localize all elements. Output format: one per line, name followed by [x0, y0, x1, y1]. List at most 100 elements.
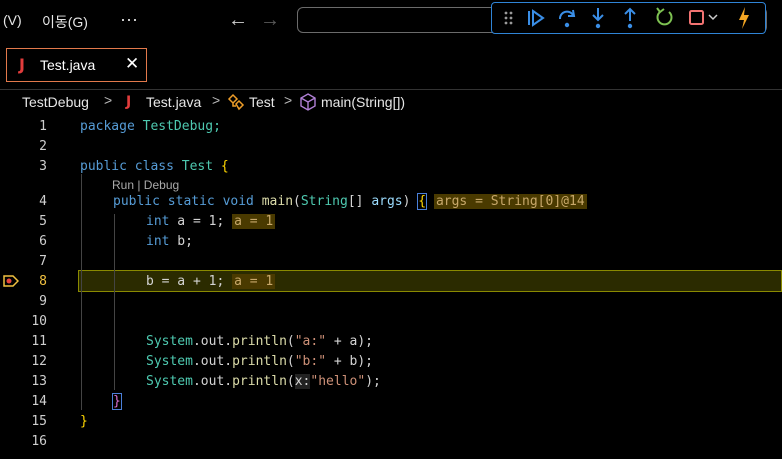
- breadcrumb-class[interactable]: Test: [249, 94, 275, 110]
- line-number: 3: [39, 159, 47, 174]
- code-token: "hello": [310, 374, 366, 389]
- line-number: 6: [39, 234, 47, 249]
- code-token: public static void: [113, 194, 254, 209]
- java-file-icon: J: [126, 94, 132, 110]
- tab-bar: J Test.java ✕: [0, 40, 782, 90]
- code-token: a = 1;: [169, 214, 225, 229]
- line-number: 16: [31, 434, 47, 449]
- chevron-right-icon: >: [104, 92, 113, 108]
- code-token: println: [232, 334, 287, 349]
- chevron-right-icon: >: [284, 92, 293, 108]
- code-line-6: int b;: [146, 234, 193, 249]
- class-icon: [227, 93, 245, 111]
- line-number: 2: [39, 139, 47, 154]
- code-token: + a);: [326, 334, 374, 349]
- inline-value: a = 1: [232, 214, 276, 229]
- step-over-icon[interactable]: [556, 3, 578, 33]
- code-token: ): [402, 194, 419, 209]
- method-icon: [300, 93, 316, 111]
- menu-more-icon[interactable]: ···: [120, 9, 138, 30]
- line-number: 13: [31, 374, 47, 389]
- code-line-8: b = a + 1; a = 1: [146, 274, 276, 289]
- code-line-12: System.out.println("b:" + b);: [146, 354, 373, 369]
- code-token: }: [112, 393, 122, 410]
- debug-toolbar: [491, 2, 766, 34]
- breadcrumb-file[interactable]: Test.java: [146, 94, 201, 110]
- code-token: b = a + 1;: [146, 274, 225, 289]
- forward-arrow-icon[interactable]: →: [260, 9, 280, 32]
- line-number-current: 8: [39, 274, 47, 289]
- code-line-3: public class Test {: [80, 159, 229, 174]
- code-token: int: [146, 214, 170, 229]
- chevron-right-icon: >: [212, 92, 221, 108]
- menu-go[interactable]: 이동(G): [42, 12, 88, 32]
- code-line-1: package TestDebug;: [80, 119, 221, 134]
- code-token: System: [146, 374, 193, 389]
- code-token: );: [365, 374, 381, 389]
- code-token: "b:": [294, 354, 327, 369]
- code-token: TestDebug;: [134, 119, 221, 134]
- tab-label: Test.java: [40, 57, 96, 73]
- code-token: main: [253, 194, 294, 209]
- code-token: int: [146, 234, 170, 249]
- step-into-icon[interactable]: [589, 3, 607, 33]
- line-number: 12: [31, 354, 47, 369]
- code-token: .out.: [192, 334, 233, 349]
- code-token: (: [293, 194, 301, 209]
- menu-view[interactable]: (V): [3, 12, 22, 28]
- code-token: System: [146, 334, 193, 349]
- code-token: + b);: [326, 354, 374, 369]
- code-token: println: [232, 374, 287, 389]
- java-file-icon: J: [19, 55, 25, 74]
- continue-icon[interactable]: [525, 3, 545, 33]
- indent-guide: [114, 214, 115, 390]
- code-line-4: public static void main(String[] args) {…: [113, 193, 587, 210]
- code-token: []: [347, 194, 372, 209]
- hot-reload-icon[interactable]: [736, 3, 752, 33]
- code-token: String: [300, 194, 348, 209]
- code-token: (: [286, 354, 295, 369]
- stop-icon[interactable]: [688, 3, 724, 33]
- parameter-hint: x:: [294, 374, 311, 389]
- code-line-11: System.out.println("a:" + a);: [146, 334, 373, 349]
- code-line-13: System.out.println(x:"hello");: [146, 374, 381, 389]
- step-out-icon[interactable]: [621, 3, 639, 33]
- code-token: (: [286, 334, 295, 349]
- code-token: .out.: [192, 354, 233, 369]
- code-token: "a:": [294, 334, 327, 349]
- code-editor[interactable]: 1 2 3 4 5 6 7 8 9 10 11 12 13 14 15 16 p…: [0, 115, 782, 459]
- code-token: {: [220, 159, 229, 174]
- line-number: 7: [39, 254, 47, 269]
- title-bar: (V) 이동(G) ··· ← →: [0, 0, 782, 40]
- breadcrumb-method[interactable]: main(String[]): [321, 94, 405, 110]
- code-token: b;: [169, 234, 193, 249]
- inline-value: args = String[0]@14: [433, 194, 587, 209]
- breadcrumb-package[interactable]: TestDebug: [22, 94, 89, 110]
- line-number: 9: [39, 294, 47, 309]
- line-number: 15: [31, 414, 47, 429]
- line-number: 4: [39, 194, 47, 209]
- code-token: package: [80, 119, 135, 134]
- code-token: println: [232, 354, 287, 369]
- tab-test-java[interactable]: J Test.java ✕: [6, 48, 147, 82]
- code-token: Test: [173, 159, 221, 174]
- line-number: 14: [31, 394, 47, 409]
- code-token: args: [371, 194, 403, 209]
- code-token: (: [286, 374, 295, 389]
- code-token: .out.: [192, 374, 233, 389]
- line-number: 11: [31, 334, 47, 349]
- indent-guide: [81, 174, 82, 410]
- run-debug-codelens[interactable]: Run | Debug: [112, 178, 179, 192]
- back-arrow-icon[interactable]: ←: [228, 9, 248, 32]
- code-line-14: }: [112, 393, 122, 410]
- grip-icon[interactable]: [504, 3, 514, 33]
- restart-icon[interactable]: [653, 3, 675, 33]
- close-icon[interactable]: ✕: [125, 54, 139, 74]
- line-number: 5: [39, 214, 47, 229]
- code-line-5: int a = 1; a = 1: [146, 214, 276, 229]
- inline-value: a = 1: [232, 274, 276, 289]
- code-token: System: [146, 354, 193, 369]
- breadcrumb: TestDebug > J Test.java > Test > main(St…: [0, 89, 782, 115]
- code-token: {: [417, 193, 428, 210]
- code-token: public class: [80, 159, 174, 174]
